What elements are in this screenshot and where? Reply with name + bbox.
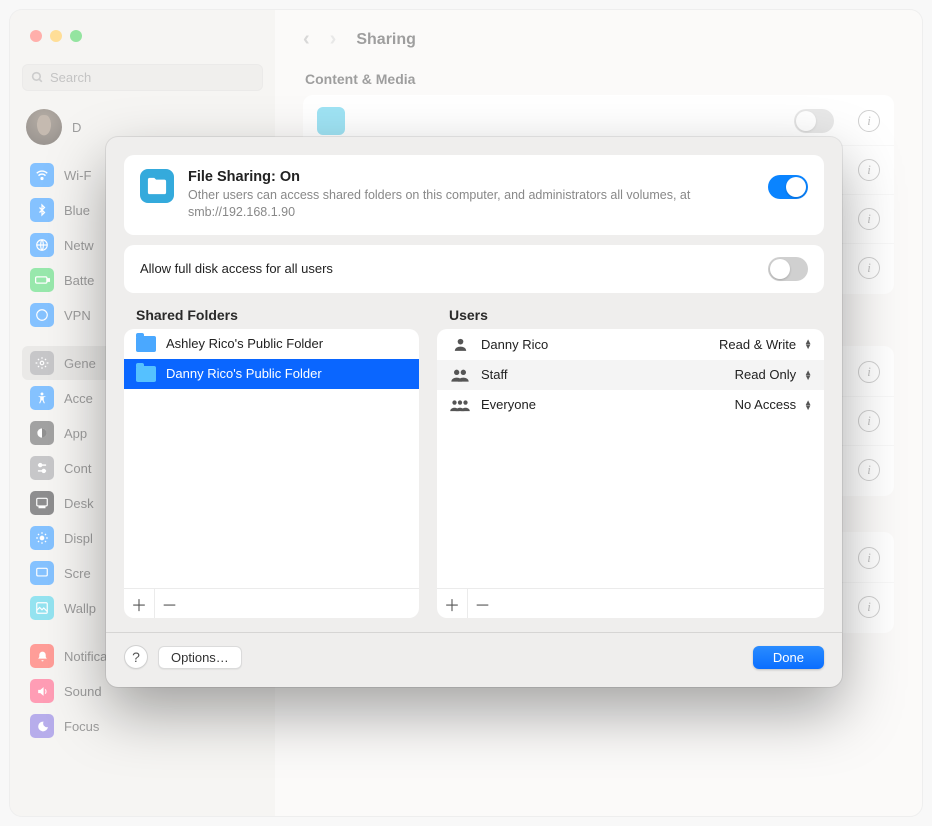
users-heading: Users — [449, 307, 824, 323]
help-button[interactable]: ? — [124, 645, 148, 669]
file-sharing-toggle[interactable] — [768, 175, 808, 199]
folder-icon — [136, 336, 156, 352]
remove-user-button[interactable]: － — [467, 589, 497, 619]
user-name: Everyone — [481, 397, 725, 412]
permission-value: No Access — [735, 397, 796, 412]
file-sharing-subtitle: Other users can access shared folders on… — [188, 187, 754, 221]
permission-select[interactable]: No Access ▲▼ — [735, 397, 812, 412]
permission-value: Read & Write — [719, 337, 796, 352]
modal-footer: ? Options… Done — [124, 645, 824, 669]
users-list: Danny Rico Read & Write ▲▼ Staff Read Only ▲▼… — [437, 329, 824, 618]
remove-folder-button[interactable]: － — [154, 589, 184, 619]
chevron-updown-icon: ▲▼ — [804, 370, 812, 380]
permission-value: Read Only — [735, 367, 796, 382]
user-icon — [449, 367, 471, 383]
user-name: Danny Rico — [481, 337, 709, 352]
permission-select[interactable]: Read & Write ▲▼ — [719, 337, 812, 352]
file-sharing-modal: File Sharing: On Other users can access … — [106, 137, 842, 687]
user-icon — [449, 397, 471, 413]
user-name: Staff — [481, 367, 725, 382]
user-row[interactable]: Danny Rico Read & Write ▲▼ — [437, 329, 824, 360]
options-button[interactable]: Options… — [158, 646, 242, 669]
chevron-updown-icon: ▲▼ — [804, 400, 812, 410]
file-sharing-icon — [140, 169, 174, 203]
folder-row[interactable]: Danny Rico's Public Folder — [124, 359, 419, 389]
user-row[interactable]: Staff Read Only ▲▼ — [437, 360, 824, 390]
file-sharing-title: File Sharing: On — [188, 169, 754, 185]
shared-folders-list: Ashley Rico's Public Folder Danny Rico's … — [124, 329, 419, 618]
shared-folders-footer: ＋ － — [124, 588, 419, 618]
permission-select[interactable]: Read Only ▲▼ — [735, 367, 812, 382]
folder-name: Ashley Rico's Public Folder — [166, 336, 323, 351]
users-column: Users Danny Rico Read & Write ▲▼ Staff Read … — [437, 307, 824, 618]
folder-name: Danny Rico's Public Folder — [166, 366, 322, 381]
file-sharing-header: File Sharing: On Other users can access … — [124, 155, 824, 235]
folder-icon — [136, 366, 156, 382]
done-button[interactable]: Done — [753, 646, 824, 669]
user-row[interactable]: Everyone No Access ▲▼ — [437, 390, 824, 420]
add-folder-button[interactable]: ＋ — [124, 589, 154, 619]
user-icon — [449, 336, 471, 353]
shared-folders-column: Shared Folders Ashley Rico's Public Fold… — [124, 307, 419, 618]
full-disk-access-label: Allow full disk access for all users — [140, 261, 333, 276]
folder-row[interactable]: Ashley Rico's Public Folder — [124, 329, 419, 359]
full-disk-access-toggle[interactable] — [768, 257, 808, 281]
users-footer: ＋ － — [437, 588, 824, 618]
divider — [106, 632, 842, 633]
chevron-updown-icon: ▲▼ — [804, 339, 812, 349]
shared-folders-heading: Shared Folders — [136, 307, 419, 323]
full-disk-access-row: Allow full disk access for all users — [124, 245, 824, 293]
add-user-button[interactable]: ＋ — [437, 589, 467, 619]
